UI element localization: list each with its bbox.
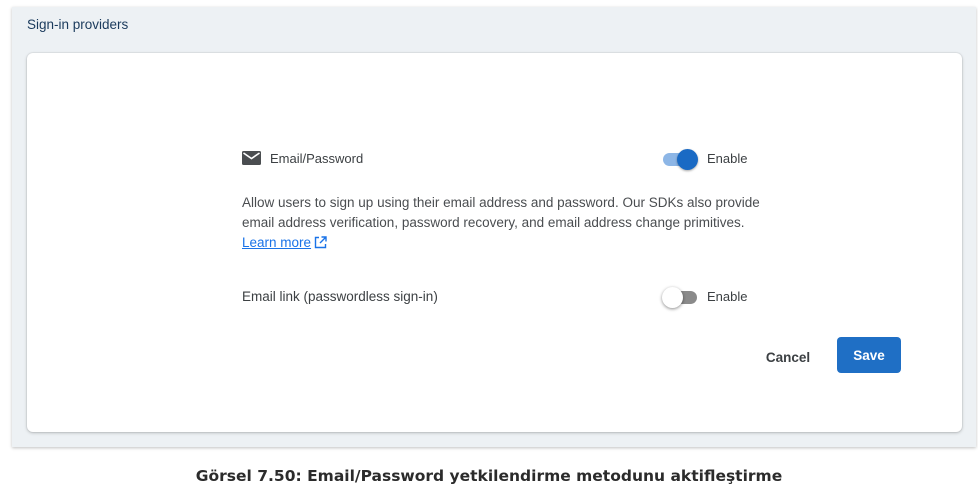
email-password-enable-label: Enable [707,151,748,166]
email-link-row: Email link (passwordless sign-in) Enable [242,286,747,310]
mail-icon [242,151,261,165]
external-link-icon [314,236,327,249]
email-password-label: Email/Password [270,151,364,166]
screenshot-frame: Sign-in providers Email/Password Enable … [12,7,976,447]
figure-caption: Görsel 7.50: Email/Password yetkilendirm… [195,467,783,485]
learn-more-link[interactable]: Learn more [242,235,327,250]
provider-card: Email/Password Enable Allow users to sig… [27,53,962,432]
provider-description: Allow users to sign up using their email… [242,193,762,253]
email-password-toggle[interactable] [662,148,698,170]
cancel-button[interactable]: Cancel [756,341,820,373]
email-link-toggle[interactable] [662,286,698,308]
section-title: Sign-in providers [27,17,129,32]
email-link-enable-label: Enable [707,289,748,304]
email-link-label: Email link (passwordless sign-in) [242,289,438,304]
description-text: Allow users to sign up using their email… [242,195,760,230]
save-button[interactable]: Save [837,337,901,373]
learn-more-label: Learn more [242,235,312,250]
toggle-knob [662,287,683,308]
email-password-row: Email/Password Enable [242,148,747,172]
toggle-knob [677,149,698,170]
